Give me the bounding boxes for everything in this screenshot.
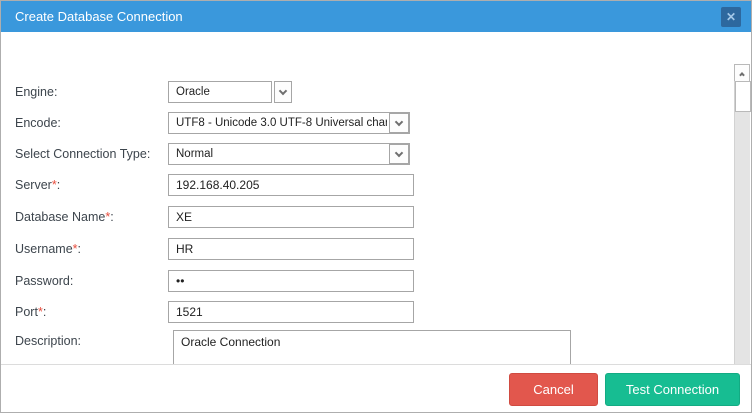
close-button[interactable]: ✕ xyxy=(721,7,741,27)
password-label: Password: xyxy=(15,274,74,288)
connection-type-select[interactable]: Normal xyxy=(168,143,410,165)
engine-select-value: Oracle xyxy=(176,86,210,98)
dialog-body: Engine: Oracle Encode: UTF8 - Unicode 3.… xyxy=(1,32,751,395)
database-name-label: Database Name*: xyxy=(15,210,114,224)
test-connection-button[interactable]: Test Connection xyxy=(605,373,740,406)
server-input[interactable] xyxy=(168,174,414,196)
cancel-button[interactable]: Cancel xyxy=(509,373,598,406)
connection-type-select-value: Normal xyxy=(176,148,214,160)
engine-label: Engine: xyxy=(15,85,58,99)
encode-label: Encode: xyxy=(15,116,61,130)
connection-type-dropdown-button[interactable] xyxy=(389,144,409,164)
port-label: Port*: xyxy=(15,305,47,319)
engine-dropdown-button[interactable] xyxy=(274,81,292,103)
username-input[interactable] xyxy=(168,238,414,260)
server-label: Server*: xyxy=(15,178,61,192)
chevron-down-icon xyxy=(394,148,404,157)
dialog-titlebar: Create Database Connection ✕ xyxy=(1,1,751,32)
dialog-footer: Cancel Test Connection xyxy=(1,364,751,412)
encode-select-value: UTF8 - Unicode 3.0 UTF-8 Universal chara… xyxy=(176,117,387,129)
vertical-scrollbar[interactable] xyxy=(734,64,751,395)
chevron-down-icon xyxy=(394,117,404,126)
username-label: Username*: xyxy=(15,242,82,256)
database-name-input[interactable] xyxy=(168,206,414,228)
connection-type-label: Select Connection Type: xyxy=(15,147,151,161)
password-input[interactable] xyxy=(168,270,414,292)
port-input[interactable] xyxy=(168,301,414,323)
encode-select[interactable]: UTF8 - Unicode 3.0 UTF-8 Universal chara… xyxy=(168,112,410,134)
close-icon: ✕ xyxy=(725,10,737,24)
scrollbar-thumb[interactable] xyxy=(735,81,751,112)
chevron-down-icon xyxy=(278,86,288,95)
scrollbar-track[interactable] xyxy=(734,81,751,378)
dialog-title: Create Database Connection xyxy=(15,9,183,24)
description-label: Description: xyxy=(15,334,82,348)
encode-dropdown-button[interactable] xyxy=(389,113,409,133)
create-database-connection-dialog: Create Database Connection ✕ Engine: Ora… xyxy=(0,0,752,413)
chevron-up-icon xyxy=(739,71,745,78)
scroll-up-button[interactable] xyxy=(734,64,750,82)
engine-select[interactable]: Oracle xyxy=(168,81,292,103)
